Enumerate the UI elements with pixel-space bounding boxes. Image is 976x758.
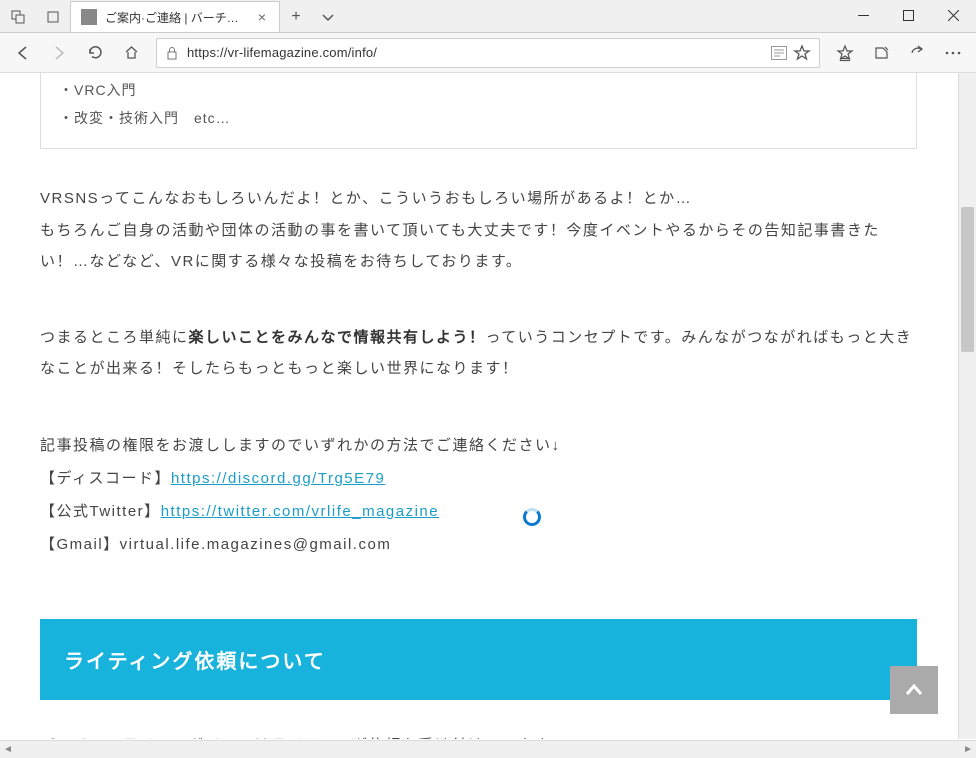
scrollbar-thumb[interactable] — [961, 207, 974, 352]
back-button[interactable] — [6, 36, 40, 70]
tab-title: ご案内·ご連絡 | バーチャル — [105, 9, 247, 26]
more-icon[interactable] — [936, 36, 970, 70]
gmail-value: virtual.life.magazines@gmail.com — [120, 536, 392, 553]
contact-intro: 記事投稿の権限をお渡ししますのでいずれかの方法でご連絡ください↓ — [40, 429, 917, 462]
text: もちろんご自身の活動や団体の活動の事を書いて頂いても大丈夫です！今度イベントやる… — [40, 222, 880, 271]
contact-block: 記事投稿の権限をお渡ししますのでいずれかの方法でご連絡ください↓ 【ディスコード… — [40, 429, 917, 561]
url-text: https://vr-lifemagazine.com/info/ — [187, 45, 763, 60]
info-box: ・VRC入門 ・改変・技術入門 etc… — [40, 73, 917, 149]
scroll-to-top-button[interactable] — [890, 666, 938, 714]
paragraph: バーチャルライフマガジンではライティング依頼を受け付けています。 — [40, 730, 917, 740]
section-banner: ライティング依頼について — [40, 619, 917, 700]
favorites-list-icon[interactable] — [828, 36, 862, 70]
tab-close-icon[interactable]: × — [255, 10, 269, 24]
discord-label: 【ディスコード】 — [40, 470, 171, 487]
text-bold: 楽しいことをみんなで情報共有しよう！ — [189, 329, 486, 346]
reader-icon[interactable] — [771, 46, 787, 60]
toolbar: https://vr-lifemagazine.com/info/ — [0, 33, 976, 73]
scroll-right-icon[interactable]: ► — [963, 744, 973, 755]
new-tab-button[interactable]: + — [280, 1, 312, 32]
lock-icon — [157, 46, 187, 60]
browser-tab[interactable]: ご案内·ご連絡 | バーチャル × — [70, 1, 280, 32]
text: つまるところ単純に — [40, 329, 189, 346]
box-line: ・改変・技術入門 etc… — [59, 104, 898, 132]
forward-button — [42, 36, 76, 70]
tab-chevron-icon[interactable] — [312, 1, 344, 32]
maximize-button[interactable] — [886, 0, 931, 31]
scroll-left-icon[interactable]: ◄ — [3, 744, 13, 755]
refresh-button[interactable] — [78, 36, 112, 70]
address-bar[interactable]: https://vr-lifemagazine.com/info/ — [156, 38, 820, 68]
gmail-label: 【Gmail】 — [40, 536, 120, 553]
paragraph: つまるところ単純に楽しいことをみんなで情報共有しよう！っていうコンセプトです。み… — [40, 322, 917, 385]
notes-icon[interactable] — [864, 36, 898, 70]
horizontal-scrollbar[interactable]: ◄ ► — [0, 740, 976, 758]
home-button[interactable] — [114, 36, 148, 70]
loading-spinner-icon — [523, 508, 541, 526]
favorite-star-icon[interactable] — [793, 44, 811, 62]
box-line: ・VRC入門 — [59, 76, 898, 104]
twitter-link[interactable]: https://twitter.com/vrlife_magazine — [161, 503, 439, 520]
titlebar: ご案内·ご連絡 | バーチャル × + — [0, 0, 976, 33]
twitter-label: 【公式Twitter】 — [40, 503, 161, 520]
favicon — [81, 9, 97, 25]
app-icon-2[interactable] — [35, 1, 70, 32]
close-window-button[interactable] — [931, 0, 976, 31]
discord-link[interactable]: https://discord.gg/Trg5E79 — [171, 470, 385, 487]
vertical-scrollbar[interactable] — [958, 73, 976, 739]
text: VRSNSってこんなおもしろいんだよ！とか、こういうおもしろい場所があるよ！とか… — [40, 190, 692, 207]
minimize-button[interactable] — [841, 0, 886, 31]
share-icon[interactable] — [900, 36, 934, 70]
paragraph: VRSNSってこんなおもしろいんだよ！とか、こういうおもしろい場所があるよ！とか… — [40, 183, 917, 278]
app-icon-1[interactable] — [0, 1, 35, 32]
page-content: ・VRC入門 ・改変・技術入門 etc… VRSNSってこんなおもしろいんだよ！… — [0, 73, 957, 739]
